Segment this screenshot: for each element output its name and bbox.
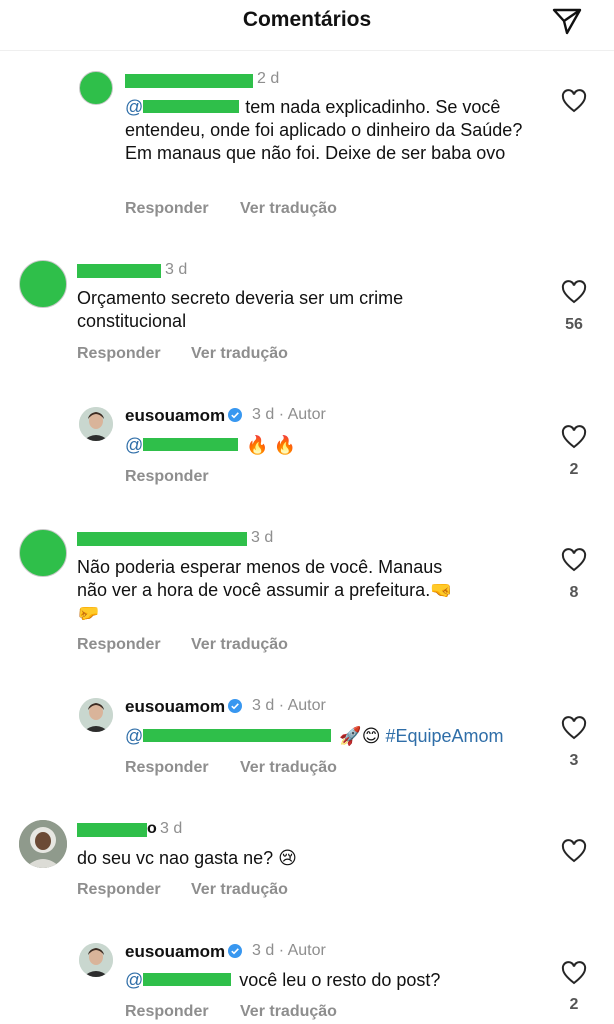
verified-badge-icon — [228, 944, 243, 958]
avatar[interactable] — [79, 698, 113, 732]
translate-button[interactable]: Ver tradução — [240, 1003, 337, 1021]
comment-time: 3 d — [160, 820, 183, 837]
translate-button[interactable]: Ver tradução — [191, 636, 288, 654]
reply-button[interactable]: Responder — [77, 636, 161, 654]
comment-text: Não poderia esperar menos de você. Manau… — [77, 556, 537, 625]
comment-text: Orçamento secreto deveria ser um crime c… — [77, 288, 404, 331]
redacted-mention — [143, 438, 239, 451]
heart-icon[interactable] — [561, 716, 587, 740]
comment-time: 2 d — [257, 70, 280, 87]
comment-text: @ tem nada explicadinho. Se você entendeu… — [125, 96, 535, 165]
heart-icon[interactable] — [561, 425, 587, 449]
avatar[interactable] — [19, 529, 67, 577]
mention[interactable]: @ — [125, 97, 143, 117]
reply-button[interactable]: Responder — [125, 759, 209, 777]
redacted-username — [125, 74, 253, 88]
comment-body: você leu o resto do post? — [239, 970, 441, 990]
heart-icon[interactable] — [561, 89, 587, 113]
reply-button[interactable]: Responder — [125, 200, 209, 218]
redacted-username — [77, 532, 247, 546]
fire-emoji: 🔥 🔥 — [246, 435, 297, 455]
avatar[interactable] — [79, 71, 113, 105]
like-count: 2 — [569, 461, 579, 478]
user-portrait-icon — [79, 943, 113, 977]
username-text: eusouamom — [125, 942, 226, 961]
translate-button[interactable]: Ver tradução — [191, 345, 288, 363]
comment-text: @ 🔥 🔥 — [125, 434, 296, 457]
header: Comentários — [0, 0, 614, 51]
avatar[interactable] — [79, 407, 113, 441]
comment-time: 3 d — [251, 529, 274, 546]
redacted-mention — [143, 729, 332, 742]
like-count: 3 — [569, 752, 579, 769]
avatar[interactable] — [19, 820, 67, 868]
verified-badge-icon — [228, 699, 243, 713]
username[interactable]: eusouamom — [125, 406, 243, 426]
emoji: 🚀😊 — [339, 726, 381, 746]
reply-button[interactable]: Responder — [77, 881, 161, 899]
comment-line: 🤛 — [77, 603, 100, 623]
redacted-mention — [143, 973, 232, 986]
redacted-username — [77, 264, 161, 278]
translate-button[interactable]: Ver tradução — [240, 200, 337, 218]
hashtag-link[interactable]: #EquipeAmom — [385, 726, 503, 746]
mention[interactable]: @ — [125, 970, 143, 990]
like-count: 56 — [565, 316, 583, 333]
heart-icon[interactable] — [561, 961, 587, 985]
heart-icon[interactable] — [561, 280, 587, 304]
like-count: 8 — [569, 584, 579, 601]
comment-text: @ 🚀😊 #EquipeAmom — [125, 725, 504, 748]
user-portrait-icon — [79, 407, 113, 441]
comment-line: Não poderia esperar menos de você. Manau… — [77, 557, 443, 577]
username-text: eusouamom — [125, 697, 226, 716]
avatar[interactable] — [19, 260, 67, 308]
mention[interactable]: @ — [125, 435, 143, 455]
verified-badge-icon — [228, 408, 243, 422]
comment-text: @ você leu o resto do post? — [125, 969, 440, 992]
username[interactable]: eusouamom — [125, 942, 243, 962]
comment-line: não ver a hora de você assumir a prefeit… — [77, 580, 453, 600]
comment-time: 3 d — [165, 261, 188, 278]
username-suffix: o — [147, 820, 157, 837]
avatar[interactable] — [79, 943, 113, 977]
translate-button[interactable]: Ver tradução — [240, 759, 337, 777]
paper-plane-icon[interactable] — [550, 5, 584, 37]
reply-button[interactable]: Responder — [77, 345, 161, 363]
comment-time: 3 d · Autor — [252, 406, 326, 423]
page-title: Comentários — [242, 8, 372, 31]
reply-button[interactable]: Responder — [125, 468, 209, 486]
heart-icon[interactable] — [561, 839, 587, 863]
astronaut-avatar-icon — [19, 820, 67, 868]
user-portrait-icon — [79, 698, 113, 732]
comment-time: 3 d · Autor — [252, 697, 326, 714]
redacted-username — [77, 823, 147, 837]
like-count: 2 — [569, 996, 579, 1013]
translate-button[interactable]: Ver tradução — [191, 881, 288, 899]
username[interactable]: eusouamom — [125, 697, 243, 717]
comment-time: 3 d · Autor — [252, 942, 326, 959]
username-text: eusouamom — [125, 406, 226, 425]
heart-icon[interactable] — [561, 548, 587, 572]
redacted-mention — [143, 100, 240, 113]
reply-button[interactable]: Responder — [125, 1003, 209, 1021]
mention[interactable]: @ — [125, 726, 143, 746]
comment-text: do seu vc nao gasta ne? 😢 — [77, 848, 297, 868]
